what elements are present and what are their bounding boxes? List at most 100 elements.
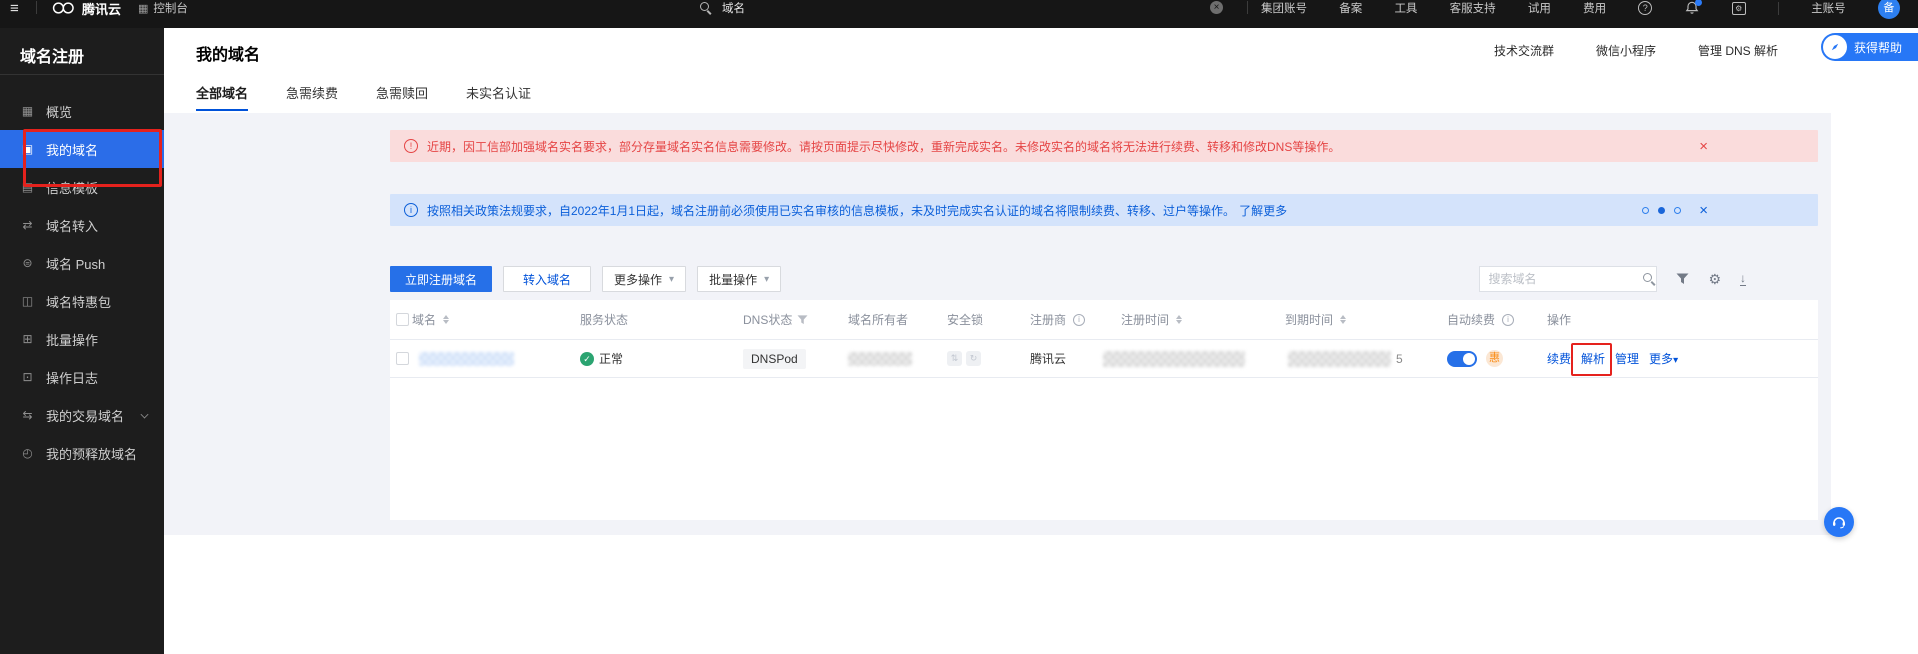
wechat-miniprogram-link[interactable]: 微信小程序 [1596,42,1656,59]
sidebar: 域名注册 ▦ 概览 ▣ 我的域名 ▤ 信息模板 ⇄ 域名转入 ⊜ 域名 Push [0,28,164,654]
renew-link[interactable]: 续费 [1547,350,1571,367]
warning-close-icon[interactable]: × [1699,138,1708,155]
dns-resolve-link[interactable]: 解析 [1581,350,1605,367]
sidebar-item-batch-operations[interactable]: ⊞ 批量操作 [0,320,164,358]
row-checkbox[interactable] [396,352,409,365]
owner-redacted [848,352,912,366]
tech-group-link[interactable]: 技术交流群 [1494,42,1554,59]
console-link[interactable]: ▦ 控制台 [138,0,188,19]
sidebar-item-overview[interactable]: ▦ 概览 [0,92,164,130]
notification-bell-icon[interactable] [1685,1,1700,16]
update-lock-icon[interactable]: ↻ [966,351,981,366]
sidebar-item-info-template[interactable]: ▤ 信息模板 [0,168,164,206]
sidebar-item-trade-domains[interactable]: ⇆ 我的交易域名 [0,396,164,434]
page-title: 我的域名 [196,41,260,65]
col-security-lock: 安全锁 [947,311,983,328]
domain-redacted[interactable] [419,352,514,366]
carousel-dot-active[interactable] [1658,207,1665,214]
sort-icon[interactable] [1340,315,1346,324]
table-header-row: 域名 服务状态 DNS状态 域名所有者 安全锁 注册商 i [390,300,1818,340]
info-close-icon[interactable]: × [1699,202,1708,219]
tab-not-verified[interactable]: 未实名认证 [466,72,531,113]
info-template-icon: ▤ [20,180,35,194]
notification-badge [1695,0,1702,6]
caret-down-icon: ▾ [1673,355,1678,366]
more-actions-dropdown[interactable]: 更多操作 ▾ [602,266,686,292]
manage-link[interactable]: 管理 [1615,350,1639,367]
nav-support[interactable]: 客服支持 [1450,0,1496,16]
sidebar-item-domain-package[interactable]: ◫ 域名特惠包 [0,282,164,320]
tab-all-domains[interactable]: 全部域名 [196,72,248,113]
warning-text: 近期，因工信部加强域名实名要求，部分存量域名实名信息需要修改。请按页面提示尽快修… [427,138,1681,155]
sidebar-item-domain-push[interactable]: ⊜ 域名 Push [0,244,164,282]
expiry-suffix: 5 [1396,352,1403,366]
sidebar-item-label: 信息模板 [46,178,98,197]
sidebar-item-label: 概览 [46,102,72,121]
search-icon[interactable] [1643,273,1648,285]
chat-support-button[interactable] [1824,507,1854,537]
warning-icon: ! [404,139,418,153]
prerelease-icon: ◴ [20,446,35,460]
filter-icon[interactable] [1676,273,1689,285]
support-icon[interactable]: ? [1638,1,1652,15]
sort-icon[interactable] [443,315,449,324]
manage-dns-link[interactable]: 管理 DNS 解析 [1698,42,1778,59]
avatar[interactable]: 备 [1878,0,1900,19]
top-navigation-bar: ≡ 腾讯云 ▦ 控制台 域名 × 集团账号 备案 工具 客服支持 试用 费用 ? [0,0,1918,28]
tab-renew-soon[interactable]: 急需续费 [286,72,338,113]
account-menu[interactable]: 主账号 [1811,0,1846,16]
sidebar-item-operation-log[interactable]: ⊡ 操作日志 [0,358,164,396]
domain-search-input-wrap [1479,266,1657,292]
sort-icon[interactable] [1176,315,1182,324]
info-icon[interactable]: i [1073,314,1085,326]
promo-badge: 惠 [1486,350,1503,367]
filter-icon[interactable] [797,315,808,325]
get-help-button[interactable]: 获得帮助 [1821,33,1918,61]
info-icon[interactable]: i [1502,314,1514,326]
sidebar-item-my-domains[interactable]: ▣ 我的域名 [0,130,164,168]
carousel-dot[interactable] [1642,207,1649,214]
more-link-label: 更多 [1649,352,1673,366]
sidebar-menu: ▦ 概览 ▣ 我的域名 ▤ 信息模板 ⇄ 域名转入 ⊜ 域名 Push ◫ 域名… [0,75,164,472]
console-settings-icon[interactable]: ⚙ [1732,2,1746,15]
hamburger-menu-icon[interactable]: ≡ [10,0,19,19]
main-area: 我的域名 技术交流群 微信小程序 管理 DNS 解析 获得帮助 全部域名 急需续… [164,28,1918,654]
select-all-checkbox[interactable] [396,313,409,326]
more-link[interactable]: 更多▾ [1649,350,1678,367]
col-registration-time: 注册时间 [1121,311,1169,328]
col-expiry-time: 到期时间 [1285,311,1333,328]
tab-label: 全部域名 [196,83,248,102]
tab-redeem-soon[interactable]: 急需赎回 [376,72,428,113]
info-text: 按照相关政策法规要求，自2022年1月1日起，域名注册前必须使用已实名审核的信息… [427,202,1618,219]
sidebar-item-label: 域名特惠包 [46,292,111,311]
nav-billing[interactable]: 费用 [1583,0,1606,16]
topbar-search[interactable] [700,0,712,19]
carousel-dot[interactable] [1674,207,1681,214]
tab-label: 未实名认证 [466,83,531,102]
col-registrar: 注册商 [1030,311,1066,328]
gear-icon[interactable]: ⚙ [1708,271,1721,288]
tencent-cloud-logo[interactable]: 腾讯云 [52,0,121,19]
caret-down-icon: ▾ [669,274,674,285]
header-links: 技术交流群 微信小程序 管理 DNS 解析 [1494,28,1778,72]
auto-renew-toggle[interactable] [1447,351,1477,367]
batch-actions-dropdown[interactable]: 批量操作 ▾ [697,266,781,292]
search-clear-icon[interactable]: × [1210,1,1223,14]
transfer-lock-icon[interactable]: ⇅ [947,351,962,366]
learn-more-link[interactable]: 了解更多 [1239,204,1287,218]
transfer-in-button[interactable]: 转入域名 [503,266,591,292]
nav-trial[interactable]: 试用 [1528,0,1551,16]
expiry-time-redacted [1288,351,1391,367]
sidebar-item-transfer-in[interactable]: ⇄ 域名转入 [0,206,164,244]
dns-status-value: DNSPod [743,349,806,369]
sidebar-item-prerelease-domains[interactable]: ◴ 我的预释放域名 [0,434,164,472]
nav-tools[interactable]: 工具 [1394,0,1417,16]
transfer-in-icon: ⇄ [20,218,35,232]
topbar-search-value[interactable]: 域名 [722,0,745,19]
sidebar-item-label: 域名转入 [46,216,98,235]
register-domain-button[interactable]: 立即注册域名 [390,266,492,292]
nav-group-account[interactable]: 集团账号 [1261,0,1307,16]
domain-search-input[interactable] [1488,272,1643,286]
download-icon[interactable]: ↓ [1740,272,1746,286]
nav-icp-filing[interactable]: 备案 [1339,0,1362,16]
